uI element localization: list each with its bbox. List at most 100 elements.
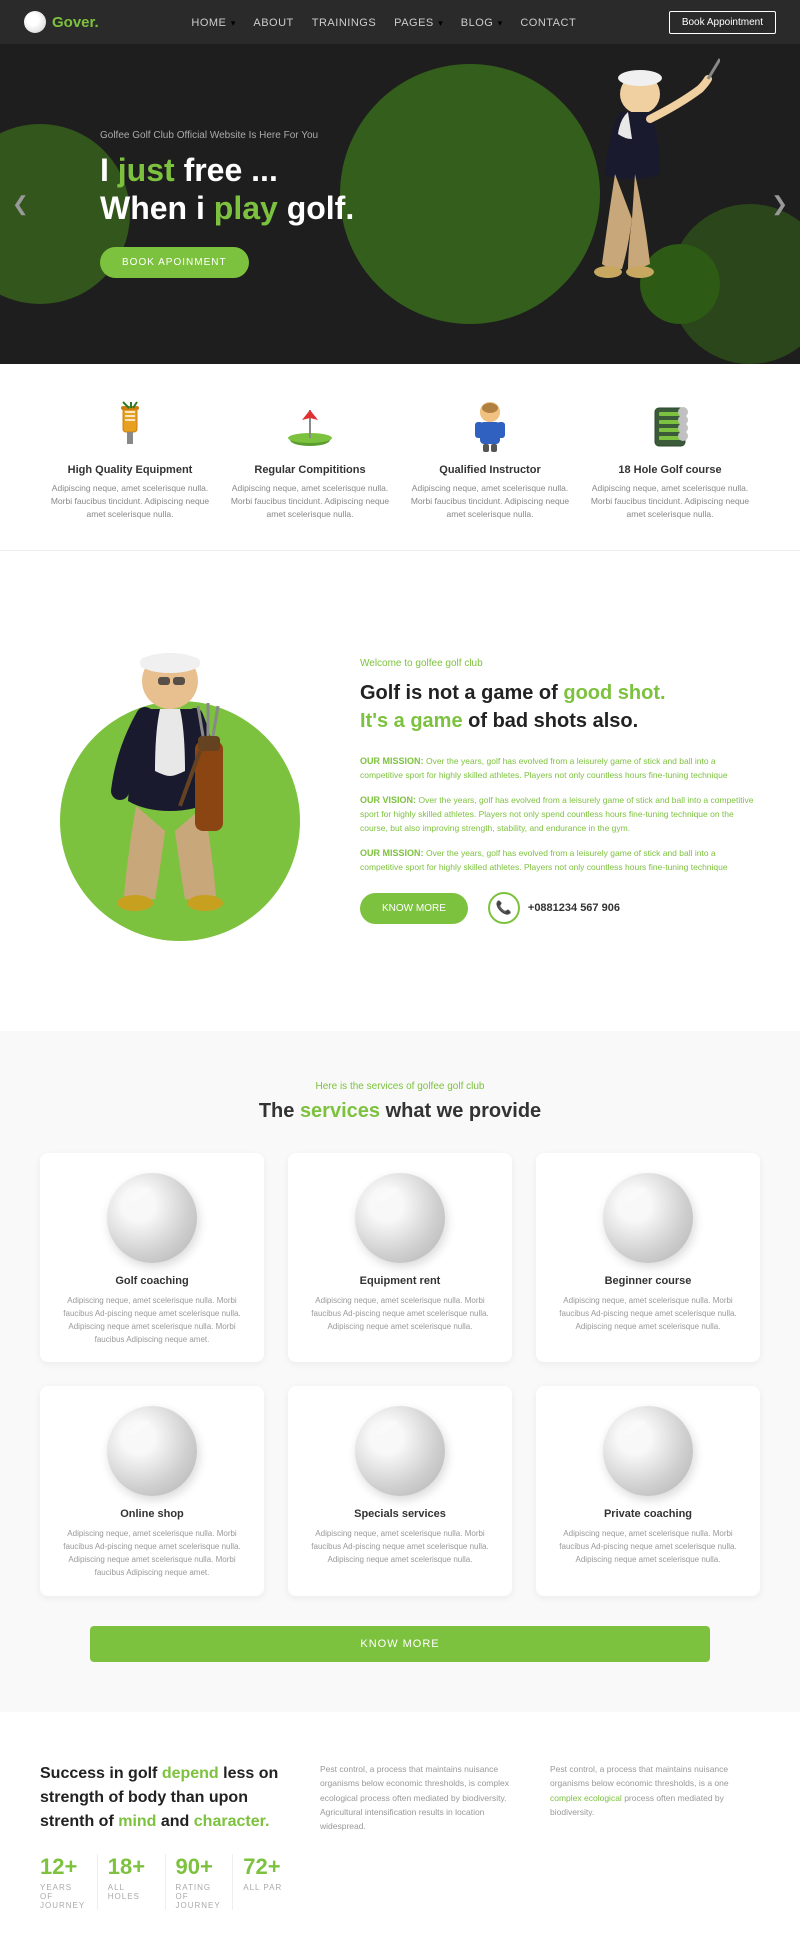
feature-desc-holes: Adipiscing neque, amet scelerisque nulla…: [590, 482, 750, 520]
feature-desc-instructor: Adipiscing neque, amet scelerisque nulla…: [410, 482, 570, 520]
about-mission2-section: OUR MISSION: Over the years, golf has ev…: [360, 847, 760, 874]
service-desc-0: Adipiscing neque, amet scelerisque nulla…: [56, 1295, 248, 1346]
service-name-5: Private coaching: [552, 1508, 744, 1520]
stat-label-par: ALL PAR: [243, 1883, 290, 1892]
about-vision-section: OUR VISION: Over the years, golf has evo…: [360, 794, 760, 835]
about-know-more-button[interactable]: KNOW MORE: [360, 893, 468, 924]
hero-section: Golfee Golf Club Official Website Is Her…: [0, 44, 800, 364]
service-desc-5: Adipiscing neque, amet scelerisque nulla…: [552, 1528, 744, 1566]
nav-item-trainings[interactable]: TRAININGS: [312, 13, 376, 31]
features-section: High Quality Equipment Adipiscing neque,…: [0, 364, 800, 551]
nav-item-home[interactable]: HOME ▾: [191, 13, 235, 31]
nav-item-pages[interactable]: PAGES ▾: [394, 13, 443, 31]
stat-item-years: 12+ YEARS OF JOURNEY: [40, 1854, 98, 1910]
service-card-5: Private coaching Adipiscing neque, amet …: [536, 1386, 760, 1595]
service-name-0: Golf coaching: [56, 1275, 248, 1287]
about-section: Welcome to golfee golf club Golf is not …: [0, 551, 800, 1031]
phone-contact: 📞 +0881234 567 906: [488, 892, 620, 924]
service-name-4: Specials services: [304, 1508, 496, 1520]
about-content: Welcome to golfee golf club Golf is not …: [360, 658, 760, 924]
nav-item-contact[interactable]: CONTACT: [520, 13, 576, 31]
stats-left: Success in golf depend less on strength …: [40, 1762, 300, 1910]
feature-title-competitions: Regular Compititions: [230, 464, 390, 476]
stats-quote: Success in golf depend less on strength …: [40, 1762, 300, 1834]
navbar: Gover. HOME ▾ ABOUT TRAININGS PAGES ▾ BL…: [0, 0, 800, 44]
hero-prev-button[interactable]: ❮: [12, 192, 29, 217]
stat-number-years: 12+: [40, 1854, 87, 1880]
stat-number-rating: 90+: [176, 1854, 223, 1880]
about-subtitle: Welcome to golfee golf club: [360, 658, 760, 669]
hero-content: Golfee Golf Club Official Website Is Her…: [0, 130, 354, 279]
service-name-2: Beginner course: [552, 1275, 744, 1287]
about-mission-section: OUR MISSION: Over the years, golf has ev…: [360, 755, 760, 782]
feature-item-instructor: Qualified Instructor Adipiscing neque, a…: [410, 400, 570, 520]
about-vision-title: OUR VISION: Over the years, golf has evo…: [360, 794, 760, 835]
service-ball-5: [603, 1406, 693, 1496]
service-card-2: Beginner course Adipiscing neque, amet s…: [536, 1153, 760, 1362]
service-card-1: Equipment rent Adipiscing neque, amet sc…: [288, 1153, 512, 1362]
stats-text-2: Pest control, a process that maintains n…: [550, 1762, 760, 1834]
stat-number-holes: 18+: [108, 1854, 155, 1880]
feature-item-holes: 18 Hole Golf course Adipiscing neque, am…: [590, 400, 750, 520]
stat-label-years: YEARS OF JOURNEY: [40, 1883, 87, 1910]
nav-item-blog[interactable]: BLOG ▾: [461, 13, 503, 31]
service-ball-2: [603, 1173, 693, 1263]
logo[interactable]: Gover.: [24, 11, 99, 33]
logo-text: Gover.: [52, 14, 99, 31]
hero-next-button[interactable]: ❯: [771, 192, 788, 217]
service-ball-1: [355, 1173, 445, 1263]
service-card-3: Online shop Adipiscing neque, amet scele…: [40, 1386, 264, 1595]
services-section: Here is the services of golfee golf club…: [0, 1031, 800, 1711]
stats-section: Success in golf depend less on strength …: [0, 1712, 800, 1960]
holes-icon: [643, 400, 697, 454]
hero-book-button[interactable]: BOOK APOINMENT: [100, 247, 249, 278]
equipment-icon: [103, 400, 157, 454]
stat-number-par: 72+: [243, 1854, 290, 1880]
stat-item-holes: 18+ ALL HOLES: [98, 1854, 166, 1910]
service-desc-2: Adipiscing neque, amet scelerisque nulla…: [552, 1295, 744, 1333]
feature-item-equipment: High Quality Equipment Adipiscing neque,…: [50, 400, 210, 520]
services-grid: Golf coaching Adipiscing neque, amet sce…: [40, 1153, 760, 1595]
service-desc-4: Adipiscing neque, amet scelerisque nulla…: [304, 1528, 496, 1566]
service-name-3: Online shop: [56, 1508, 248, 1520]
feature-desc-equipment: Adipiscing neque, amet scelerisque nulla…: [50, 482, 210, 520]
logo-ball-icon: [24, 11, 46, 33]
service-desc-1: Adipiscing neque, amet scelerisque nulla…: [304, 1295, 496, 1333]
service-name-1: Equipment rent: [304, 1275, 496, 1287]
service-ball-4: [355, 1406, 445, 1496]
about-title: Golf is not a game of good shot. It's a …: [360, 679, 760, 735]
service-card-4: Specials services Adipiscing neque, amet…: [288, 1386, 512, 1595]
service-card-0: Golf coaching Adipiscing neque, amet sce…: [40, 1153, 264, 1362]
services-title: The services what we provide: [40, 1100, 760, 1123]
services-subtitle: Here is the services of golfee golf club: [40, 1081, 760, 1092]
about-image-container: [40, 601, 320, 981]
nav-item-about[interactable]: ABOUT: [253, 13, 293, 31]
about-mission-title: OUR MISSION: Over the years, golf has ev…: [360, 755, 760, 782]
feature-title-instructor: Qualified Instructor: [410, 464, 570, 476]
instructor-icon: [463, 400, 517, 454]
feature-item-competitions: Regular Compititions Adipiscing neque, a…: [230, 400, 390, 520]
competitions-icon: [283, 400, 337, 454]
stats-right: Pest control, a process that maintains n…: [320, 1762, 760, 1834]
stat-label-rating: RATING OF JOURNEY: [176, 1883, 223, 1910]
about-mission2-title: OUR MISSION: Over the years, golf has ev…: [360, 847, 760, 874]
stat-item-par: 72+ ALL PAR: [233, 1854, 300, 1910]
phone-number: +0881234 567 906: [528, 902, 620, 914]
services-know-more-button[interactable]: KNOW MORE: [90, 1626, 710, 1662]
about-person-image: [40, 621, 320, 981]
hero-title: I just free ... When i play golf.: [100, 151, 354, 228]
phone-icon: 📞: [488, 892, 520, 924]
feature-desc-competitions: Adipiscing neque, amet scelerisque nulla…: [230, 482, 390, 520]
service-desc-3: Adipiscing neque, amet scelerisque nulla…: [56, 1528, 248, 1579]
stat-label-holes: ALL HOLES: [108, 1883, 155, 1901]
service-ball-0: [107, 1173, 197, 1263]
feature-title-equipment: High Quality Equipment: [50, 464, 210, 476]
nav-links: HOME ▾ ABOUT TRAININGS PAGES ▾ BLOG ▾ CO…: [191, 13, 576, 31]
stat-item-rating: 90+ RATING OF JOURNEY: [166, 1854, 234, 1910]
stats-numbers: 12+ YEARS OF JOURNEY 18+ ALL HOLES 90+ R…: [40, 1854, 300, 1910]
golfer-image: [520, 54, 720, 349]
stats-text-1: Pest control, a process that maintains n…: [320, 1762, 530, 1834]
hero-subtitle: Golfee Golf Club Official Website Is Her…: [100, 130, 354, 141]
book-appointment-button[interactable]: Book Appointment: [669, 11, 776, 34]
feature-title-holes: 18 Hole Golf course: [590, 464, 750, 476]
